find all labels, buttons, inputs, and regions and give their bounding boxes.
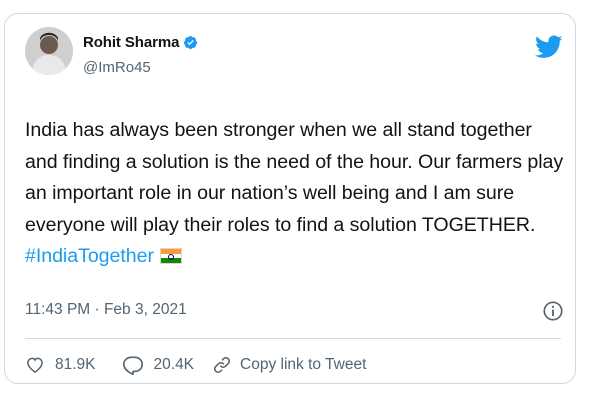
india-flag-icon: [159, 248, 182, 264]
verified-badge-icon: [183, 35, 198, 50]
author-handle[interactable]: @ImRo45: [83, 59, 151, 76]
like-count: 81.9K: [55, 356, 96, 373]
divider: [25, 338, 561, 339]
author-name-row: Rohit Sharma: [83, 34, 198, 51]
tweet-card: Rohit Sharma @ImRo45 India has always be…: [4, 13, 576, 384]
like-button[interactable]: 81.9K: [25, 355, 96, 375]
avatar[interactable]: [25, 27, 73, 75]
tweet-text: India has always been stronger when we a…: [25, 115, 565, 273]
copy-link-label: Copy link to Tweet: [240, 356, 367, 373]
reply-button[interactable]: 20.4K: [122, 355, 195, 375]
tweet-actions: 81.9K 20.4K Copy link to Tweet: [25, 355, 366, 375]
twitter-bird-icon[interactable]: [535, 35, 563, 59]
hashtag-link[interactable]: #IndiaTogether: [25, 245, 154, 267]
author-name[interactable]: Rohit Sharma: [83, 34, 179, 51]
reply-count: 20.4K: [153, 356, 195, 373]
heart-icon: [25, 355, 45, 375]
reply-icon: [122, 355, 144, 375]
tweet-body: India has always been stronger when we a…: [25, 119, 564, 236]
tweet-timestamp[interactable]: 11:43 PM · Feb 3, 2021: [25, 301, 187, 319]
link-icon: [212, 355, 232, 375]
copy-link-button[interactable]: Copy link to Tweet: [212, 355, 366, 375]
info-icon[interactable]: [542, 300, 564, 322]
